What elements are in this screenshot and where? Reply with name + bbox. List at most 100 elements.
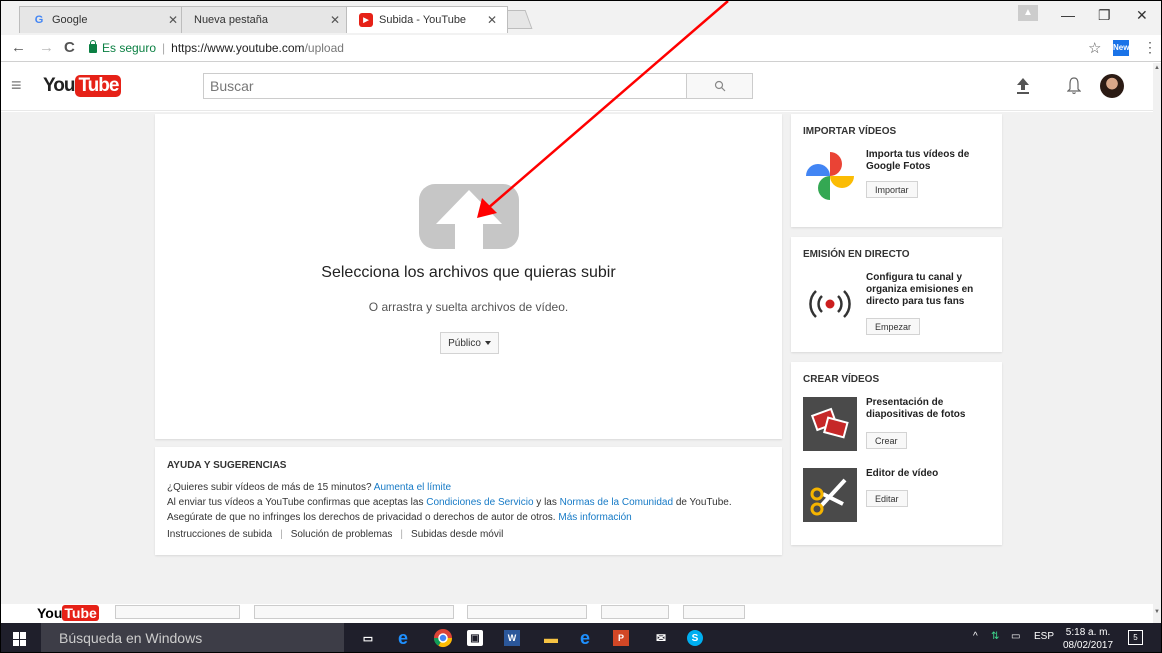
scroll-down-icon[interactable]: ▼	[1154, 609, 1160, 615]
tab-youtube-upload[interactable]: ▶ Subida - YouTube ✕	[346, 6, 508, 33]
footer-location-button[interactable]	[254, 605, 454, 619]
task-view-icon[interactable]: ▭	[358, 628, 378, 648]
address-separator: |	[162, 41, 166, 55]
search-input[interactable]	[204, 74, 686, 98]
troubleshooting-link[interactable]: Solución de problemas	[291, 529, 393, 540]
create-button[interactable]: Crear	[866, 432, 907, 449]
edit-button[interactable]: Editar	[866, 490, 908, 507]
url-path: /upload	[304, 41, 344, 55]
live-broadcast-icon	[809, 290, 851, 318]
page-scrollbar[interactable]	[1153, 63, 1161, 623]
windows-start-icon[interactable]	[13, 632, 27, 646]
community-guidelines-link[interactable]: Normas de la Comunidad	[560, 497, 673, 508]
tab-label: Subida - YouTube	[379, 14, 467, 26]
tab-new-tab[interactable]: Nueva pestaña ✕	[181, 6, 351, 33]
more-info-link[interactable]: Más información	[558, 512, 631, 523]
internet-explorer-icon[interactable]: e	[393, 628, 413, 648]
import-button[interactable]: Importar	[866, 181, 918, 198]
help-line-terms: Al enviar tus vídeos a YouTube confirmas…	[167, 497, 770, 508]
extension-icon[interactable]: New	[1113, 40, 1129, 56]
live-description: Configura tu canal y organiza emisiones …	[866, 272, 974, 307]
minimize-icon[interactable]: —	[1061, 7, 1075, 23]
close-icon[interactable]: ✕	[168, 13, 178, 27]
chrome-icon[interactable]	[433, 628, 453, 648]
help-card: AYUDA Y SUGERENCIAS ¿Quieres subir vídeo…	[155, 447, 782, 555]
notifications-bell-icon[interactable]	[1067, 77, 1081, 95]
create-title: CREAR VÍDEOS	[803, 374, 880, 385]
mail-icon[interactable]: ✉	[651, 628, 671, 648]
guide-menu-icon[interactable]: ≡	[11, 75, 22, 96]
system-clock[interactable]: 5:18 a. m. 08/02/2017	[1063, 626, 1113, 652]
help-text: de YouTube.	[675, 497, 732, 508]
edge-icon[interactable]: e	[575, 628, 595, 648]
address-bar[interactable]: Es seguro | https://www.youtube.com/uplo…	[89, 38, 1089, 58]
footer: You Tube	[1, 604, 1153, 623]
footer-language-button[interactable]	[115, 605, 240, 619]
secure-label: Es seguro	[102, 41, 157, 55]
skype-icon[interactable]: S	[687, 630, 703, 646]
import-title: IMPORTAR VÍDEOS	[803, 126, 897, 137]
powerpoint-icon[interactable]: P	[613, 630, 629, 646]
window-close-icon[interactable]: ✕	[1136, 7, 1148, 24]
footer-logo[interactable]: You Tube	[37, 605, 99, 621]
footer-restricted-button[interactable]	[467, 605, 587, 619]
privacy-dropdown[interactable]: Público	[440, 332, 499, 354]
browser-menu-icon[interactable]: ⋮	[1143, 39, 1157, 56]
scroll-up-icon[interactable]: ▲	[1154, 65, 1160, 71]
forward-icon[interactable]: →	[39, 39, 54, 56]
account-avatar[interactable]	[1100, 74, 1124, 98]
tab-google[interactable]: G Google ✕	[19, 6, 189, 33]
import-description: Importa tus vídeos de Google Fotos	[866, 149, 970, 172]
upload-subtitle: O arrastra y suelta archivos de vídeo.	[368, 300, 569, 314]
search-icon	[714, 80, 725, 92]
back-icon[interactable]: ←	[11, 39, 26, 56]
maximize-icon[interactable]: ❐	[1098, 7, 1111, 24]
youtube-favicon-icon: ▶	[359, 13, 373, 27]
language-indicator[interactable]: ESP	[1034, 631, 1054, 642]
upload-instructions-link[interactable]: Instrucciones de subida	[167, 529, 272, 540]
youtube-logo[interactable]: You Tube	[43, 75, 122, 97]
file-explorer-icon[interactable]: ▬	[541, 628, 561, 648]
search-box	[203, 73, 753, 99]
close-icon[interactable]: ✕	[330, 13, 340, 27]
close-icon[interactable]: ✕	[487, 13, 497, 27]
page-content: Selecciona los archivos que quieras subi…	[1, 112, 1153, 623]
video-editor-scissors-icon	[803, 468, 857, 522]
url-host: https://www.youtube.com	[171, 41, 305, 55]
help-line-rights: Asegúrate de que no infringes los derech…	[167, 512, 770, 523]
network-icon[interactable]: ⇅	[991, 631, 999, 642]
increase-limit-link[interactable]: Aumenta el límite	[374, 482, 451, 493]
action-center-icon[interactable]: 5	[1128, 630, 1143, 645]
bookmark-star-icon[interactable]: ☆	[1088, 39, 1101, 57]
tab-label: Google	[52, 14, 88, 26]
screenshot-frame: G Google ✕ Nueva pestaña ✕ ▶ Subida - Yo…	[0, 0, 1162, 653]
google-icon: G	[34, 14, 44, 26]
clock-time: 5:18 a. m.	[1065, 627, 1111, 638]
start-button[interactable]: Empezar	[866, 318, 921, 335]
caret-down-icon	[484, 341, 491, 345]
upload-arrow-icon[interactable]	[419, 184, 519, 249]
editor-row: Editor de vídeo Editar	[803, 468, 990, 524]
profile-icon[interactable]: ▲	[1018, 5, 1038, 21]
upload-title: Selecciona los archivos que quieras subi…	[321, 264, 616, 281]
secure-indicator[interactable]: Es seguro	[89, 39, 157, 55]
reload-icon[interactable]: C	[64, 39, 75, 56]
footer-history-button[interactable]	[601, 605, 669, 619]
battery-icon[interactable]: ▭	[1011, 631, 1020, 642]
help-title: AYUDA Y SUGERENCIAS	[167, 460, 287, 471]
terms-of-service-link[interactable]: Condiciones de Servicio	[426, 497, 533, 508]
footer-help-button[interactable]	[683, 605, 745, 619]
help-text: Al enviar tus vídeos a YouTube confirmas…	[167, 497, 424, 508]
windows-search-box[interactable]: Búsqueda en Windows	[41, 623, 344, 652]
youtube-masthead: ≡ You Tube	[1, 63, 1153, 111]
upload-icon[interactable]	[1017, 78, 1029, 94]
link-separator: |	[400, 529, 404, 540]
link-separator: |	[280, 529, 283, 540]
word-icon[interactable]: W	[504, 630, 520, 646]
store-icon[interactable]: ▣	[467, 630, 483, 646]
show-hidden-icons-icon[interactable]: ^	[973, 631, 978, 642]
search-button[interactable]	[686, 74, 752, 98]
mobile-uploads-link[interactable]: Subidas desde móvil	[411, 529, 503, 540]
lock-icon	[89, 39, 97, 53]
upload-dropzone[interactable]: Selecciona los archivos que quieras subi…	[155, 114, 782, 439]
